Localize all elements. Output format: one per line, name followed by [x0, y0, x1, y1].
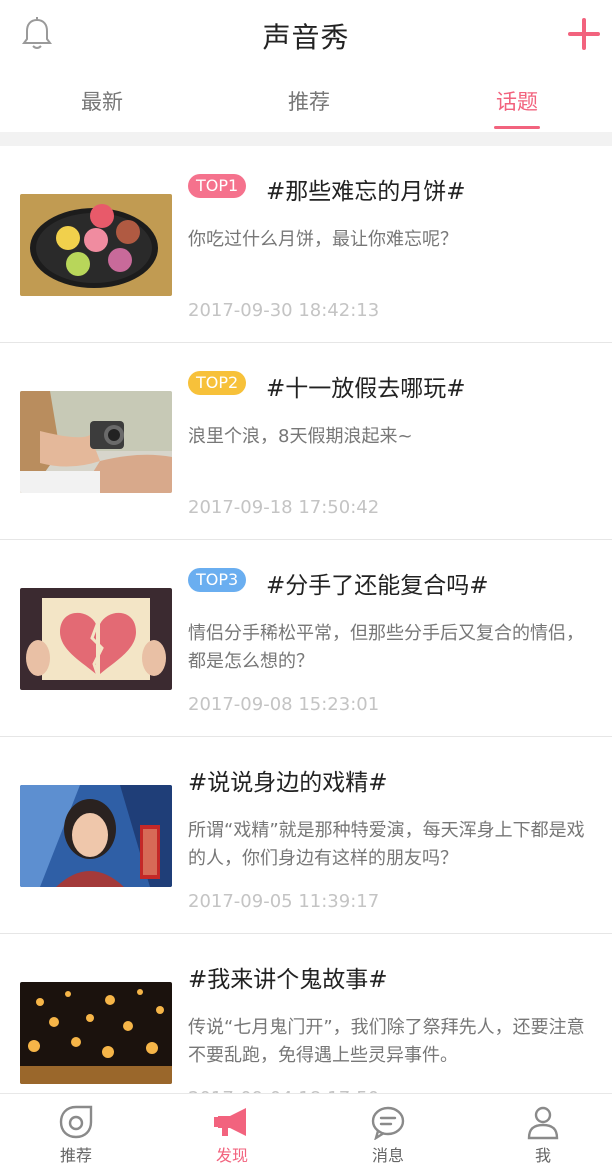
- rank-badge: TOP3: [188, 568, 247, 592]
- nav-profile[interactable]: 我: [483, 1094, 603, 1175]
- topic-date: 2017-09-08 15:23:01: [188, 694, 380, 715]
- nav-discover[interactable]: 发现: [172, 1094, 292, 1175]
- topic-item[interactable]: #说说身边的戏精# 所谓“戏精”就是那种特爱演，每天浑身上下都是戏的人，你们身边…: [0, 737, 612, 934]
- topic-item[interactable]: TOP3 #分手了还能复合吗# 情侣分手稀松平常，但那些分手后又复合的情侣，都是…: [0, 540, 612, 737]
- topic-item[interactable]: TOP2 #十一放假去哪玩# 浪里个浪，8天假期浪起来~ 2017-09-18 …: [0, 343, 612, 540]
- topic-date: 2017-09-30 18:42:13: [188, 300, 380, 321]
- topic-title: #分手了还能复合吗#: [266, 573, 489, 599]
- nav-messages[interactable]: 消息: [328, 1094, 448, 1175]
- tab-latest[interactable]: 最新: [42, 86, 162, 116]
- tab-bar: 最新 推荐 话题: [0, 70, 612, 132]
- topic-description: 情侣分手稀松平常，但那些分手后又复合的情侣，都是怎么想的？: [188, 623, 584, 672]
- topic-list: TOP1 #那些难忘的月饼# 你吃过什么月饼，最让你难忘呢？ 2017-09-3…: [0, 146, 612, 1131]
- topic-description: 你吃过什么月饼，最让你难忘呢？: [188, 229, 458, 250]
- topic-thumbnail-lanterns: [20, 982, 172, 1084]
- nav-label: 发现: [215, 1146, 248, 1165]
- tab-recommended[interactable]: 推荐: [249, 86, 369, 116]
- rank-badge: TOP2: [188, 371, 247, 395]
- topic-item[interactable]: TOP1 #那些难忘的月饼# 你吃过什么月饼，最让你难忘呢？ 2017-09-3…: [0, 146, 612, 343]
- message-icon: [371, 1106, 405, 1140]
- topic-thumbnail-camera: [20, 391, 172, 493]
- plus-icon[interactable]: [566, 16, 602, 52]
- topic-title: #那些难忘的月饼#: [266, 179, 466, 205]
- nav-label: 推荐: [59, 1146, 92, 1165]
- active-tab-indicator: [494, 126, 540, 129]
- megaphone-icon: [214, 1108, 246, 1136]
- topic-description: 传说“七月鬼门开”，我们除了祭拜先人，还要注意不要乱跑，免得遇上些灵异事件。: [188, 1017, 585, 1066]
- nav-label: 我: [534, 1146, 551, 1165]
- topic-description: 浪里个浪，8天假期浪起来~: [188, 426, 413, 447]
- topic-thumbnail-mooncakes: [20, 194, 172, 296]
- tab-topics[interactable]: 话题: [457, 86, 577, 116]
- topic-title: #十一放假去哪玩#: [266, 376, 466, 402]
- topic-date: 2017-09-05 11:39:17: [188, 891, 380, 912]
- topic-description: 所谓“戏精”就是那种特爱演，每天浑身上下都是戏的人，你们身边有这样的朋友吗？: [188, 820, 585, 869]
- recommend-icon: [59, 1105, 93, 1139]
- topic-date: 2017-09-18 17:50:42: [188, 497, 380, 518]
- nav-label: 消息: [371, 1146, 404, 1165]
- topic-thumbnail-woman-portrait: [20, 785, 172, 887]
- nav-recommend[interactable]: 推荐: [16, 1094, 136, 1175]
- profile-icon: [527, 1106, 559, 1140]
- topic-title: #说说身边的戏精#: [188, 770, 388, 796]
- topic-thumbnail-broken-heart: [20, 588, 172, 690]
- topic-title: #我来讲个鬼故事#: [188, 967, 388, 993]
- top-bar: 声音秀: [0, 0, 612, 70]
- rank-badge: TOP1: [188, 174, 247, 198]
- bottom-navigation: 推荐 发现 消息 我: [0, 1093, 612, 1175]
- section-divider: [0, 132, 612, 146]
- page-title: 声音秀: [262, 21, 350, 54]
